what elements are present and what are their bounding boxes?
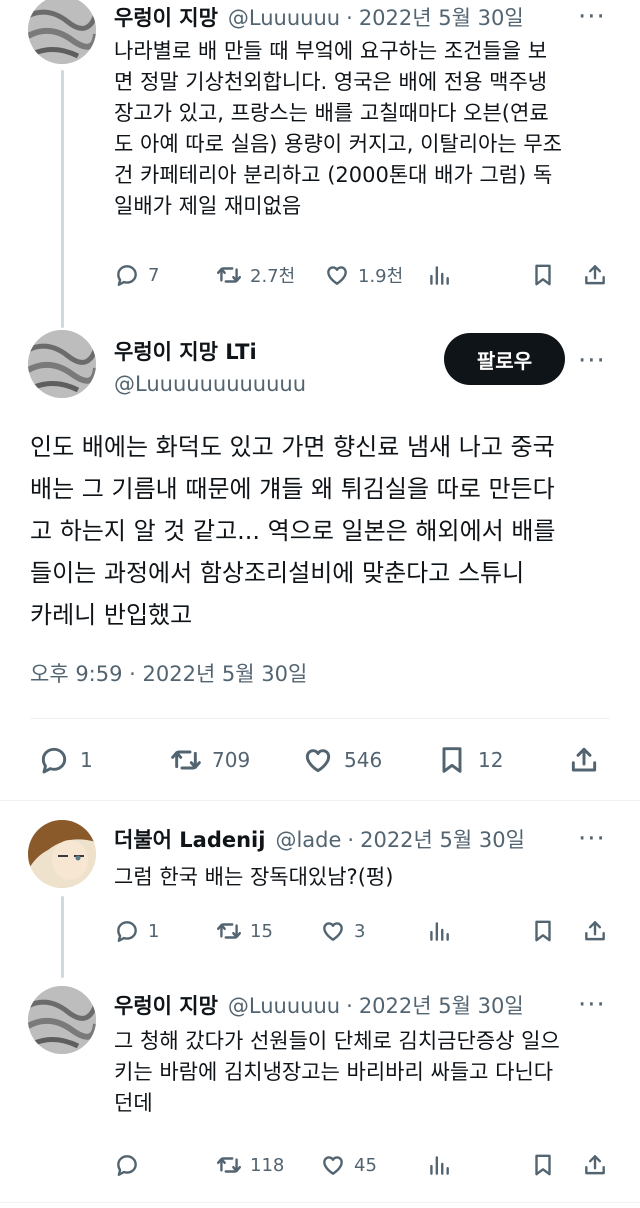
retweet-button[interactable]: 2.7천 bbox=[216, 262, 295, 288]
reply-button[interactable]: 1 bbox=[114, 918, 159, 944]
reply-count: 1 bbox=[80, 748, 93, 772]
tweet-header: 우렁이 지망 @Luuuuuu · 2022년 5월 30일 bbox=[114, 990, 524, 1020]
like-icon bbox=[320, 918, 346, 944]
tweet-text: 그 청해 갔다가 선원들이 단체로 김치금단증상 일으 키는 바람에 김치냉장고… bbox=[114, 1029, 560, 1115]
reply-count: 7 bbox=[148, 264, 160, 286]
reply-button[interactable]: 7 bbox=[114, 262, 159, 288]
bookmark-button[interactable]: 12 bbox=[436, 744, 503, 776]
bookmark-button[interactable] bbox=[530, 262, 556, 288]
tweet-timestamp[interactable]: 오후 9:59 · 2022년 5월 30일 bbox=[30, 658, 307, 688]
display-name[interactable]: 우렁이 지망 bbox=[114, 2, 218, 32]
share-icon bbox=[582, 1152, 608, 1178]
retweet-count: 118 bbox=[250, 1154, 285, 1176]
views-icon bbox=[426, 918, 452, 944]
tweet-header: 더불어 Ladenij @lade · 2022년 5월 30일 bbox=[114, 824, 525, 854]
retweet-count: 15 bbox=[250, 920, 273, 942]
tweet-date[interactable]: 2022년 5월 30일 bbox=[359, 990, 524, 1020]
reply-icon bbox=[38, 744, 70, 776]
retweet-button[interactable]: 118 bbox=[216, 1152, 284, 1178]
tweet-date[interactable]: 2022년 5월 30일 bbox=[359, 2, 524, 32]
share-icon bbox=[568, 744, 600, 776]
separator: · bbox=[346, 6, 353, 30]
bookmark-button[interactable] bbox=[530, 1152, 556, 1178]
thread-line bbox=[61, 70, 64, 328]
user-handle[interactable]: @Luuuuuu bbox=[228, 6, 340, 30]
display-name[interactable]: 우렁이 지망 LTi bbox=[114, 336, 257, 366]
tweet-actions: 118 45 bbox=[114, 1152, 614, 1182]
tweet-actions: 1 15 3 bbox=[114, 918, 614, 948]
like-count: 1.9천 bbox=[358, 266, 404, 287]
views-button[interactable] bbox=[426, 918, 452, 944]
views-icon bbox=[426, 1152, 452, 1178]
user-handle[interactable]: @Luuuuuu bbox=[228, 994, 340, 1018]
like-count: 45 bbox=[354, 1154, 377, 1176]
retweet-icon bbox=[216, 262, 242, 288]
tweet-date[interactable]: 2022년 5월 30일 bbox=[360, 824, 525, 854]
like-button[interactable]: 3 bbox=[320, 918, 365, 944]
bookmark-button[interactable] bbox=[530, 918, 556, 944]
retweet-count: 2.7천 bbox=[250, 266, 296, 287]
like-icon bbox=[320, 1152, 346, 1178]
divider bbox=[0, 1202, 640, 1203]
share-button[interactable] bbox=[582, 918, 608, 944]
divider bbox=[30, 718, 610, 719]
reply-count: 1 bbox=[148, 920, 160, 942]
share-icon bbox=[582, 918, 608, 944]
bookmark-icon bbox=[530, 262, 556, 288]
display-name[interactable]: 더불어 Ladenij bbox=[114, 824, 265, 854]
avatar[interactable] bbox=[28, 0, 96, 64]
share-icon bbox=[582, 262, 608, 288]
like-button[interactable]: 1.9천 bbox=[324, 262, 403, 288]
bookmark-icon bbox=[530, 1152, 556, 1178]
reply-icon bbox=[114, 1152, 140, 1178]
separator: · bbox=[347, 828, 355, 852]
display-name[interactable]: 우렁이 지망 bbox=[114, 990, 218, 1020]
views-button[interactable] bbox=[426, 1152, 452, 1178]
like-icon bbox=[302, 744, 334, 776]
retweet-icon bbox=[216, 918, 242, 944]
share-button[interactable] bbox=[568, 744, 600, 776]
bookmark-icon bbox=[436, 744, 468, 776]
tweet-header: 우렁이 지망 @Luuuuuu · 2022년 5월 30일 bbox=[114, 2, 524, 32]
tweet-text: 그럼 한국 배는 장독대있남?(펑) bbox=[114, 865, 394, 889]
views-icon bbox=[426, 262, 452, 288]
follow-button[interactable]: 팔로우 bbox=[444, 333, 565, 385]
more-icon[interactable]: ··· bbox=[578, 826, 606, 852]
like-count: 3 bbox=[354, 920, 366, 942]
more-icon[interactable]: ··· bbox=[578, 348, 606, 374]
views-button[interactable] bbox=[426, 262, 452, 288]
bookmark-icon bbox=[530, 918, 556, 944]
reply-icon bbox=[114, 918, 140, 944]
bookmark-count: 12 bbox=[478, 748, 504, 772]
tweet-actions: 1 709 546 12 bbox=[38, 744, 608, 778]
more-icon[interactable]: ··· bbox=[578, 992, 606, 1018]
like-icon bbox=[324, 262, 350, 288]
like-button[interactable]: 546 bbox=[302, 744, 382, 776]
share-button[interactable] bbox=[582, 1152, 608, 1178]
share-button[interactable] bbox=[582, 262, 608, 288]
tweet-text: 나라별로 배 만들 때 부엌에 요구하는 조건들을 보 면 정말 기상천외합니다… bbox=[114, 39, 562, 218]
separator: · bbox=[346, 994, 353, 1018]
like-count: 546 bbox=[344, 748, 383, 772]
reply-icon bbox=[114, 262, 140, 288]
reply-button[interactable]: 1 bbox=[38, 744, 93, 776]
retweet-button[interactable]: 709 bbox=[170, 744, 250, 776]
retweet-icon bbox=[170, 744, 202, 776]
retweet-icon bbox=[216, 1152, 242, 1178]
reply-button[interactable] bbox=[114, 1152, 140, 1178]
user-handle[interactable]: @Luuuuuuuuuuuu bbox=[114, 372, 306, 396]
user-handle[interactable]: @lade bbox=[275, 828, 341, 852]
avatar[interactable] bbox=[28, 330, 96, 398]
avatar[interactable] bbox=[28, 986, 96, 1054]
retweet-count: 709 bbox=[212, 748, 251, 772]
tweet-actions: 7 2.7천 1.9천 bbox=[114, 262, 614, 292]
more-icon[interactable]: ··· bbox=[578, 4, 606, 30]
divider bbox=[0, 800, 640, 801]
retweet-button[interactable]: 15 bbox=[216, 918, 273, 944]
thread-line bbox=[61, 896, 64, 978]
tweet-text: 인도 배에는 화덕도 있고 가면 향신료 냄새 나고 중국 배는 그 기름내 때… bbox=[30, 433, 556, 629]
like-button[interactable]: 45 bbox=[320, 1152, 377, 1178]
avatar[interactable] bbox=[28, 820, 96, 888]
